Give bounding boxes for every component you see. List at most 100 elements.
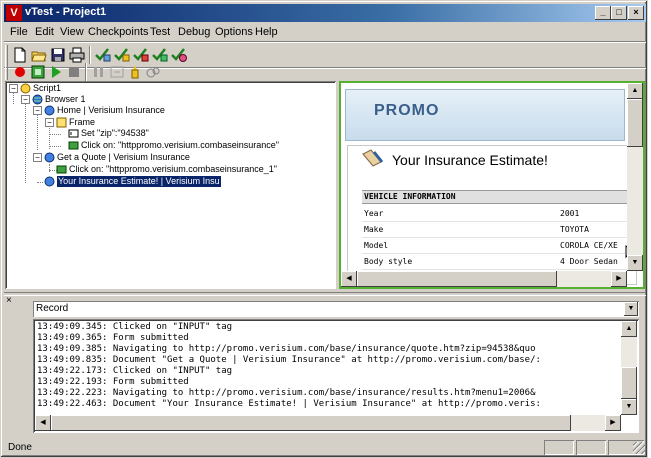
step-icon[interactable] <box>108 63 126 81</box>
tree-connector <box>37 182 43 183</box>
page-icon <box>44 152 55 163</box>
log-horizontal-scrollbar[interactable]: ◀ ▶ <box>35 415 621 431</box>
browser-vertical-scrollbar[interactable]: ▲ ▼ <box>627 83 643 271</box>
row-value: 2001 <box>560 209 580 218</box>
tree-connector <box>13 92 14 104</box>
menu-help[interactable]: Help <box>255 26 278 38</box>
tree-collapse-toggle[interactable]: − <box>33 106 42 115</box>
scroll-down-icon[interactable]: ▼ <box>627 255 643 271</box>
log-mode-select[interactable]: Record ▼ <box>33 301 639 317</box>
menu-bar: File Edit View Checkpoints Test Debug Op… <box>4 23 646 41</box>
scroll-up-icon[interactable]: ▲ <box>627 83 643 99</box>
stop-icon[interactable] <box>65 63 83 81</box>
tree-node-script[interactable]: Script1 <box>33 83 61 94</box>
record-from-icon[interactable] <box>29 63 47 81</box>
tree-node-estimate-page[interactable]: Your Insurance Estimate! | Verisium Insu <box>57 176 221 187</box>
tree-node-quote-page[interactable]: Get a Quote | Verisium Insurance <box>57 152 190 163</box>
breakpoint-icon[interactable] <box>126 63 144 81</box>
pencil-document-icon <box>360 148 386 172</box>
scroll-left-icon[interactable]: ◀ <box>35 415 51 431</box>
menu-checkpoints[interactable]: Checkpoints <box>88 26 149 38</box>
play-icon[interactable] <box>47 63 65 81</box>
title-bar[interactable]: V vTest - Project1 _ □ × <box>4 4 646 22</box>
scroll-down-icon[interactable]: ▼ <box>621 399 637 415</box>
record-icon[interactable] <box>11 63 29 81</box>
scroll-thumb[interactable] <box>627 99 643 147</box>
pause-icon[interactable] <box>90 63 108 81</box>
row-label: Body style <box>364 257 413 266</box>
minimize-button[interactable]: _ <box>595 6 611 20</box>
estimate-panel: Your Insurance Estimate! VEHICLE INFORMA… <box>347 145 638 285</box>
menu-debug[interactable]: Debug <box>178 26 210 38</box>
resize-grip-icon[interactable] <box>633 442 645 454</box>
log-line: 13:49:09.835: Document "Get a Quote | Ve… <box>37 355 541 365</box>
menu-view[interactable]: View <box>60 26 84 38</box>
log-vertical-scrollbar[interactable]: ▲ ▼ <box>621 321 637 415</box>
page-icon <box>44 176 55 187</box>
row-value: COROLA CE/XE <box>560 241 618 250</box>
scroll-thumb[interactable] <box>621 367 637 399</box>
row-label: Model <box>364 241 389 250</box>
status-panel <box>544 440 574 455</box>
menu-options[interactable]: Options <box>215 26 253 38</box>
toolbar-grip[interactable] <box>5 62 8 80</box>
log-line: 13:49:09.365: Form submitted <box>37 333 189 343</box>
log-line: 13:49:22.173: Clicked on "INPUT" tag <box>37 366 233 376</box>
tree-node-set-action[interactable]: Set "zip":"94538" <box>81 128 149 139</box>
script-tree[interactable]: − Script1 − Browser 1 − Home | Verisium … <box>5 81 336 289</box>
tree-collapse-toggle[interactable]: − <box>9 84 18 93</box>
menu-test[interactable]: Test <box>150 26 170 38</box>
log-line: 13:49:22.193: Form submitted <box>37 377 189 387</box>
chevron-down-icon[interactable]: ▼ <box>624 302 638 316</box>
scroll-left-icon[interactable]: ◀ <box>341 271 357 287</box>
menu-edit[interactable]: Edit <box>35 26 54 38</box>
status-text: Done <box>8 442 32 453</box>
table-row: Make TOYOTA <box>362 222 638 238</box>
close-log-icon[interactable]: × <box>6 295 12 306</box>
row-value: TOYOTA <box>560 225 589 234</box>
pane-splitter[interactable] <box>4 292 646 296</box>
toolbar-separator <box>85 63 87 81</box>
log-line: 13:49:22.223: Navigating to http://promo… <box>37 388 536 398</box>
status-bar: Done <box>4 439 646 456</box>
tree-collapse-toggle[interactable]: − <box>45 118 54 127</box>
tree-node-frame[interactable]: Frame <box>69 117 95 128</box>
browser-horizontal-scrollbar[interactable]: ◀ ▶ <box>341 271 627 287</box>
click-action-icon <box>56 164 67 175</box>
close-button[interactable]: × <box>628 6 644 20</box>
scroll-thumb[interactable] <box>357 271 557 287</box>
tree-node-home-page[interactable]: Home | Verisium Insurance <box>57 105 165 116</box>
vehicle-info-header: VEHICLE INFORMATION <box>362 190 638 204</box>
window-title: vTest - Project1 <box>25 6 107 18</box>
log-mode-value: Record <box>36 303 69 314</box>
table-row: Model COROLA CE/XE <box>362 238 638 254</box>
scroll-right-icon[interactable]: ▶ <box>605 415 621 431</box>
app-logo-icon: V <box>6 5 22 21</box>
app-window: V vTest - Project1 _ □ × File Edit View … <box>0 0 648 458</box>
tree-collapse-toggle[interactable]: − <box>21 95 30 104</box>
menu-file[interactable]: File <box>10 26 28 38</box>
tree-node-browser[interactable]: Browser 1 <box>45 94 86 105</box>
scroll-thumb[interactable] <box>51 415 571 431</box>
table-row: Year 2001 <box>362 206 638 222</box>
tree-node-click-action[interactable]: Click on: "httppromo.verisium.combaseins… <box>69 164 277 175</box>
maximize-button[interactable]: □ <box>611 6 627 20</box>
scroll-right-icon[interactable]: ▶ <box>611 271 627 287</box>
frame-icon <box>56 117 67 128</box>
browser-preview[interactable]: PROMO Your Insurance Estimate! VEHICLE I… <box>339 81 645 289</box>
script-icon <box>20 83 31 94</box>
status-panel <box>576 440 606 455</box>
scroll-up-icon[interactable]: ▲ <box>621 321 637 337</box>
tree-connector <box>37 114 38 150</box>
tree-collapse-toggle[interactable]: − <box>33 153 42 162</box>
log-output[interactable]: 13:49:09.345: Clicked on "INPUT" tag 13:… <box>33 319 639 433</box>
tree-node-click-action[interactable]: Click on: "httppromo.verisium.combaseins… <box>81 140 279 151</box>
log-line: 13:49:09.385: Navigating to http://promo… <box>37 344 536 354</box>
page-icon <box>44 105 55 116</box>
watch-icon[interactable] <box>144 63 162 81</box>
row-label: Make <box>364 225 384 234</box>
run-toolbar <box>4 59 204 81</box>
estimate-title: Your Insurance Estimate! <box>392 152 548 168</box>
globe-icon <box>32 94 43 105</box>
log-line: 13:49:09.345: Clicked on "INPUT" tag <box>37 322 233 332</box>
